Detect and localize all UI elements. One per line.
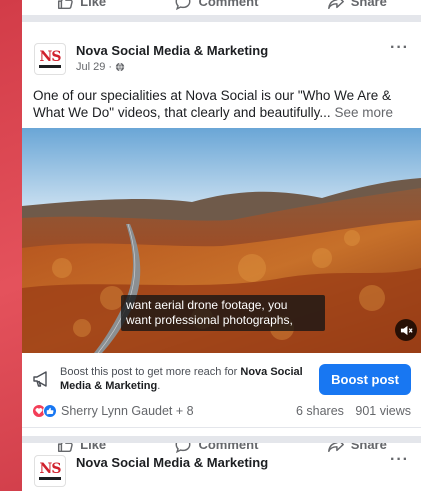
post-body: One of our specialities at Nova Social i… xyxy=(22,87,421,129)
previous-post-actions: Like Comment Share xyxy=(22,0,421,22)
see-more-link[interactable]: See more xyxy=(334,105,393,120)
more-options-button[interactable]: ··· xyxy=(390,451,409,469)
caption-line-1: want aerial drone footage, you xyxy=(126,298,288,312)
comment-icon xyxy=(175,0,191,10)
more-options-button[interactable]: ··· xyxy=(390,39,409,57)
boost-post-button[interactable]: Boost post xyxy=(319,363,411,395)
comment-button[interactable]: Comment xyxy=(174,0,258,11)
share-icon xyxy=(327,0,344,9)
share-label: Share xyxy=(350,0,387,9)
like-label: Like xyxy=(80,0,107,9)
logo-text: NS xyxy=(39,461,62,477)
page-name-link[interactable]: Nova Social Media & Marketing xyxy=(76,43,390,58)
like-reaction-icon xyxy=(43,404,57,418)
globe-icon xyxy=(115,62,125,72)
like-button[interactable]: Like xyxy=(56,0,106,11)
speaker-muted-icon xyxy=(400,325,413,335)
page-logo[interactable]: NS xyxy=(34,43,66,75)
post-card: NS Nova Social Media & Marketing Jul 29 … xyxy=(22,27,421,453)
shares-count[interactable]: 6 shares xyxy=(296,404,344,418)
thumbs-up-icon xyxy=(58,0,73,9)
views-count[interactable]: 901 views xyxy=(355,404,411,418)
logo-text: NS xyxy=(39,49,62,65)
feed: Like Comment Share NS Nova Social Media … xyxy=(22,0,421,491)
megaphone-icon xyxy=(33,371,47,387)
share-button[interactable]: Share xyxy=(327,0,387,11)
page-name-link[interactable]: Nova Social Media & Marketing xyxy=(76,455,390,470)
page-logo[interactable]: NS xyxy=(34,455,66,487)
reaction-icons[interactable] xyxy=(32,404,57,418)
next-post-card: NS Nova Social Media & Marketing ··· xyxy=(22,443,421,491)
boost-text-prefix: Boost this post to get more reach for xyxy=(60,366,241,378)
mute-button[interactable] xyxy=(395,319,417,341)
caption-line-2: want professional photographs, xyxy=(126,313,293,327)
post-header: NS Nova Social Media & Marketing Jul 29 … xyxy=(22,27,421,87)
boost-text-suffix: . xyxy=(157,380,161,392)
boost-banner: Boost this post to get more reach for No… xyxy=(22,359,421,399)
share-view-counts: 6 shares 901 views xyxy=(288,404,411,418)
next-post-header: NS Nova Social Media & Marketing ··· xyxy=(22,443,421,491)
reactors-text[interactable]: Sherry Lynn Gaudet + 8 xyxy=(61,404,288,418)
feed-divider xyxy=(22,436,421,443)
post-date-text: Jul 29 · xyxy=(76,61,113,73)
comment-label: Comment xyxy=(198,0,259,9)
boost-message: Boost this post to get more reach for No… xyxy=(60,365,319,393)
logo-bar xyxy=(39,65,61,68)
post-timestamp[interactable]: Jul 29 · xyxy=(76,61,390,73)
video-caption: want aerial drone footage, you want prof… xyxy=(121,295,325,331)
logo-bar xyxy=(39,477,61,480)
engagement-stats: Sherry Lynn Gaudet + 8 6 shares 901 view… xyxy=(22,401,421,421)
post-video[interactable]: want aerial drone footage, you want prof… xyxy=(22,128,421,353)
